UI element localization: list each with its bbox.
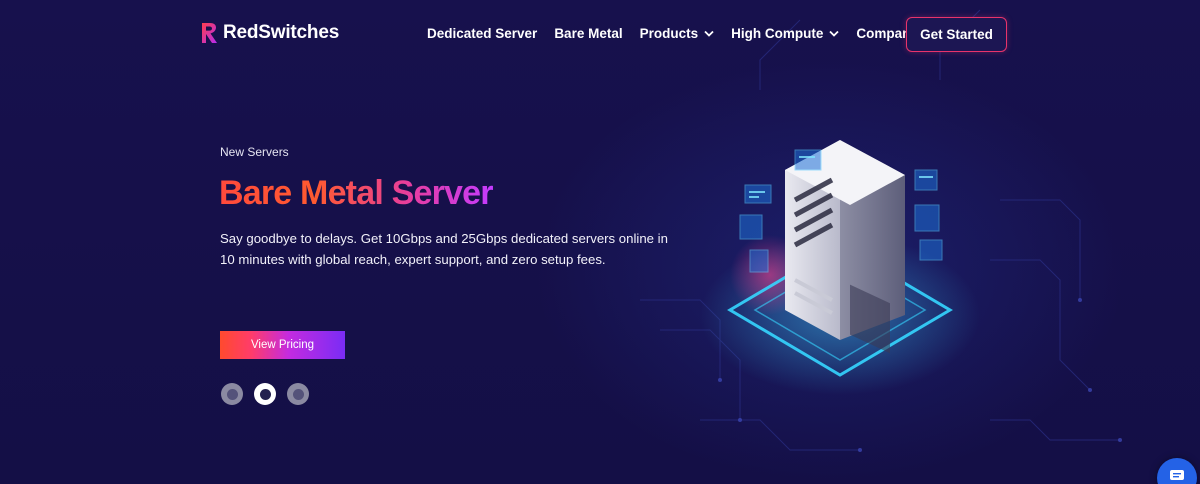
brand-logo[interactable]: RedSwitches (201, 22, 339, 44)
hero-description: Say goodbye to delays. Get 10Gbps and 25… (220, 231, 668, 267)
site-header: RedSwitches Dedicated Server Bare Metal … (0, 0, 1200, 70)
nav-item-products[interactable]: Products (640, 26, 715, 41)
nav-item-bare-metal[interactable]: Bare Metal (554, 26, 622, 41)
nav-item-label: Products (639, 26, 699, 41)
hero-eyebrow: New Servers (220, 145, 289, 159)
chevron-down-icon (829, 30, 839, 37)
nav-item-label: Bare Metal (554, 26, 623, 41)
get-started-button[interactable]: Get Started (906, 17, 1007, 52)
brand-name: RedSwitches (223, 22, 340, 43)
slide-dot-2[interactable] (254, 383, 276, 405)
nav-item-high-compute[interactable]: High Compute (731, 26, 839, 41)
slide-dot-1[interactable] (221, 383, 243, 405)
redswitches-logo-icon (202, 23, 217, 43)
slider-pagination (221, 383, 309, 405)
view-pricing-button[interactable]: View Pricing (220, 331, 345, 359)
slide-dot-inner (226, 388, 238, 400)
chevron-down-icon (704, 30, 714, 37)
hero-title: Bare Metal Server (219, 174, 493, 212)
server-illustration (700, 140, 980, 395)
nav-item-label: Dedicated Server (427, 26, 538, 41)
nav-item-label: High Compute (731, 26, 824, 41)
chat-icon (1170, 470, 1184, 480)
slide-dot-3[interactable] (287, 383, 309, 405)
nav-item-dedicated-server[interactable]: Dedicated Server (427, 26, 537, 41)
main-nav: Dedicated Server Bare Metal Products Hig… (427, 26, 951, 41)
slide-dot-inner (292, 388, 304, 400)
slide-dot-inner (259, 388, 271, 400)
